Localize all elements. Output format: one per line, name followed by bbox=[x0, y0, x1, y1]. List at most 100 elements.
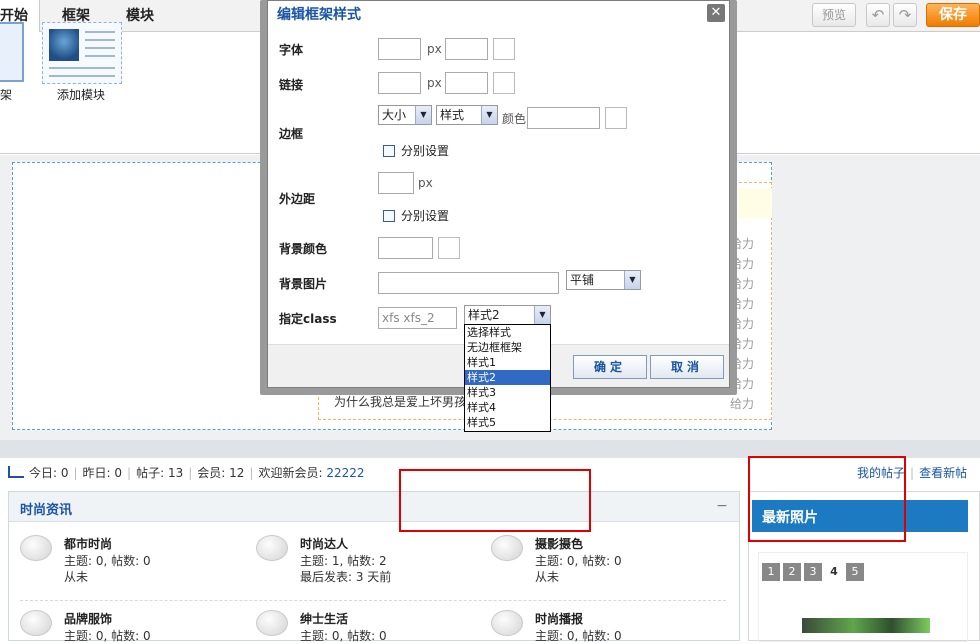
class-select[interactable]: 样式2 ▼ bbox=[464, 305, 551, 325]
border-color-picker[interactable] bbox=[605, 107, 627, 129]
placeholder-line bbox=[85, 31, 115, 33]
photo-thumbnail[interactable] bbox=[802, 618, 930, 633]
page-number-current[interactable]: 4 bbox=[825, 563, 843, 581]
collapse-icon[interactable]: − bbox=[716, 498, 728, 514]
undo-icon[interactable]: ↶ bbox=[866, 3, 890, 27]
select-value: 平铺 bbox=[570, 273, 595, 287]
confirm-button[interactable]: 确定 bbox=[573, 355, 647, 379]
forum-meta: 主题: 0, 帖数: 0 bbox=[300, 629, 387, 643]
forum-meta: 主题: 1, 帖数: 2 bbox=[300, 554, 387, 568]
bg-repeat-select[interactable]: 平铺 ▼ bbox=[566, 270, 641, 290]
link-size-input[interactable] bbox=[378, 72, 421, 94]
frame-tool-icon[interactable] bbox=[0, 22, 24, 82]
page-number[interactable]: 1 bbox=[762, 563, 780, 581]
category-title[interactable]: 时尚资讯 bbox=[20, 499, 72, 518]
border-label: 边框 bbox=[279, 127, 304, 141]
forum-last-post: 从未 bbox=[535, 570, 560, 584]
border-style-select[interactable]: 样式 ▼ bbox=[436, 105, 498, 125]
placeholder-line bbox=[85, 39, 115, 41]
forum-bubble-icon bbox=[20, 535, 52, 561]
link-color-input[interactable] bbox=[445, 72, 488, 94]
placeholder-line bbox=[49, 75, 115, 77]
forum-bubble-icon bbox=[20, 610, 52, 636]
placeholder-line bbox=[85, 55, 115, 57]
stat-posts: 帖子: 13 bbox=[136, 466, 184, 480]
class-dropdown-list: 选择样式 无边框框架 样式1 样式2 样式3 样式4 样式5 bbox=[464, 324, 551, 432]
redo-icon[interactable]: ↷ bbox=[893, 3, 917, 27]
forum-meta: 主题: 0, 帖数: 0 bbox=[535, 629, 622, 643]
forum-last-post: 最后发表: 3 天前 bbox=[300, 570, 392, 584]
select-value: 大小 bbox=[382, 108, 407, 122]
close-icon[interactable]: ✕ bbox=[707, 4, 725, 22]
forum-meta: 主题: 0, 帖数: 0 bbox=[64, 629, 151, 643]
margin-input[interactable] bbox=[378, 172, 414, 194]
margin-label: 外边距 bbox=[279, 192, 316, 206]
forum-name[interactable]: 品牌服饰 bbox=[64, 610, 112, 627]
dropdown-option-selected[interactable]: 样式2 bbox=[465, 370, 550, 385]
bg-color-input[interactable] bbox=[378, 237, 433, 259]
highlight-box bbox=[748, 456, 906, 542]
forum-name[interactable]: 时尚达人 bbox=[300, 535, 348, 552]
font-size-input[interactable] bbox=[378, 38, 421, 60]
border-separate-checkbox[interactable]: 分别设置 bbox=[383, 142, 449, 159]
class-input[interactable]: xfs xfs_2 bbox=[378, 307, 457, 329]
font-color-picker[interactable] bbox=[493, 38, 515, 60]
chart-icon bbox=[8, 466, 24, 478]
font-color-input[interactable] bbox=[445, 38, 488, 60]
new-posts-link[interactable]: 查看新帖 bbox=[919, 466, 967, 480]
checkbox-icon bbox=[383, 145, 395, 157]
add-module-button[interactable] bbox=[42, 22, 122, 84]
select-value: 样式2 bbox=[468, 308, 500, 322]
forum-bubble-icon bbox=[256, 535, 288, 561]
link-color-picker[interactable] bbox=[493, 72, 515, 94]
chevron-down-icon: ▼ bbox=[534, 306, 550, 324]
forum-name[interactable]: 都市时尚 bbox=[64, 535, 112, 552]
border-size-select[interactable]: 大小 ▼ bbox=[378, 105, 432, 125]
font-label: 字体 bbox=[279, 43, 304, 57]
chevron-down-icon: ▼ bbox=[481, 106, 497, 124]
category-header bbox=[9, 492, 739, 522]
highlight-box bbox=[399, 469, 591, 532]
forum-last-post: 从未 bbox=[64, 570, 89, 584]
forum-name[interactable]: 时尚播报 bbox=[535, 610, 583, 627]
bg-image-label: 背景图片 bbox=[279, 277, 328, 291]
checkbox-icon bbox=[383, 210, 395, 222]
dialog-title: 编辑框架样式 bbox=[277, 7, 361, 23]
chevron-down-icon: ▼ bbox=[415, 106, 431, 124]
thread-title-link[interactable]: 为什么我总是爱上坏男孩 bbox=[334, 393, 466, 410]
checkbox-label: 分别设置 bbox=[401, 144, 450, 158]
stat-yesterday: 昨日: 0 bbox=[82, 466, 123, 480]
forum-bubble-icon bbox=[256, 610, 288, 636]
forum-meta: 主题: 0, 帖数: 0 bbox=[64, 554, 151, 568]
forum-meta: 主题: 0, 帖数: 0 bbox=[535, 554, 622, 568]
save-button[interactable]: 保存 bbox=[926, 3, 980, 27]
link-label: 链接 bbox=[279, 78, 304, 92]
margin-separate-checkbox[interactable]: 分别设置 bbox=[383, 207, 449, 224]
bg-image-input[interactable] bbox=[378, 272, 559, 294]
page-number[interactable]: 3 bbox=[804, 563, 822, 581]
stat-today: 今日: 0 bbox=[29, 466, 69, 480]
dropdown-option[interactable]: 样式5 bbox=[465, 415, 550, 430]
dropdown-option[interactable]: 样式4 bbox=[465, 400, 550, 415]
forum-name[interactable]: 摄影摄色 bbox=[535, 535, 583, 552]
class-label: 指定class bbox=[279, 312, 337, 326]
frame-tool-label: 架 bbox=[0, 88, 13, 102]
dropdown-option[interactable]: 选择样式 bbox=[465, 325, 550, 340]
border-color-input[interactable] bbox=[527, 107, 600, 129]
bg-color-picker[interactable] bbox=[438, 237, 460, 259]
forum-name[interactable]: 绅士生活 bbox=[300, 610, 348, 627]
highlight-strip bbox=[738, 188, 772, 218]
page-number[interactable]: 5 bbox=[846, 563, 864, 581]
tab-module[interactable]: 模块 bbox=[126, 0, 154, 32]
select-value: 样式 bbox=[440, 108, 465, 122]
dropdown-option[interactable]: 样式3 bbox=[465, 385, 550, 400]
new-member-link[interactable]: 22222 bbox=[326, 466, 364, 480]
page-number[interactable]: 2 bbox=[783, 563, 801, 581]
preview-button[interactable]: 预览 bbox=[812, 3, 856, 27]
dropdown-option[interactable]: 样式1 bbox=[465, 355, 550, 370]
cancel-button[interactable]: 取消 bbox=[650, 355, 724, 379]
forum-bubble-icon bbox=[491, 535, 523, 561]
border-color-label: 颜色 bbox=[502, 112, 527, 126]
dropdown-option[interactable]: 无边框框架 bbox=[465, 340, 550, 355]
chevron-down-icon: ▼ bbox=[624, 271, 640, 289]
